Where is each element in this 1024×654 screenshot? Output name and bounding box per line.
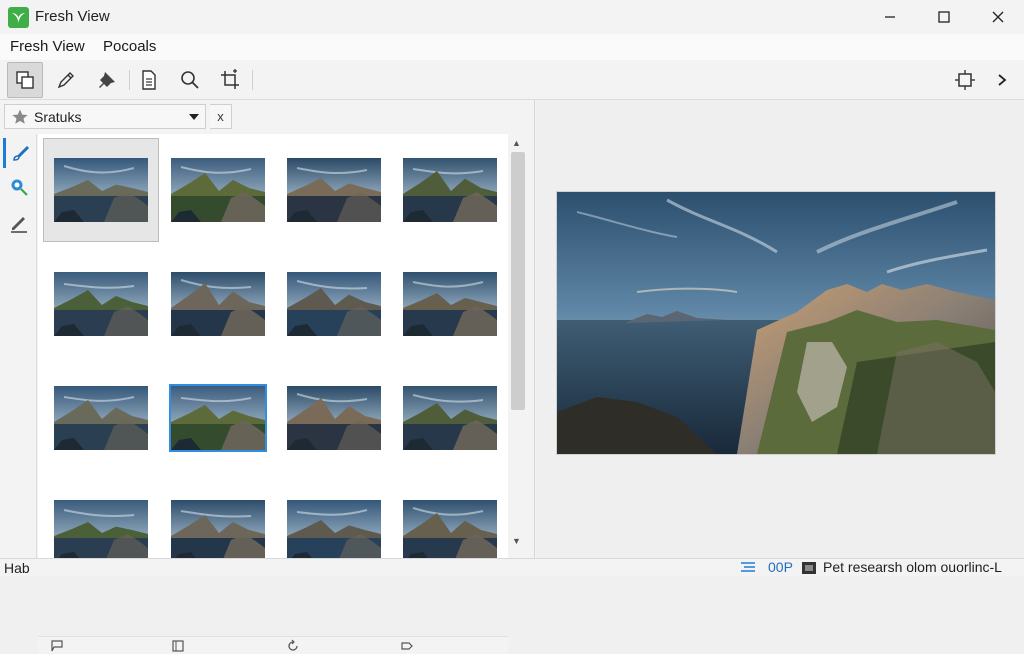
thumbnail-image — [287, 272, 381, 336]
thumbnail-item[interactable] — [43, 480, 159, 558]
preview-panel — [536, 100, 1024, 558]
star-icon — [12, 109, 28, 124]
thumbnail-item[interactable] — [43, 252, 159, 356]
frame-icon[interactable] — [171, 639, 185, 653]
pen-icon — [57, 72, 74, 89]
thumbnail-image — [171, 500, 265, 558]
pen-button[interactable] — [48, 62, 84, 98]
copy-button[interactable] — [7, 62, 43, 98]
document-icon — [142, 70, 156, 90]
filter-bar: Sratuks x — [4, 104, 232, 129]
minimize-icon — [885, 16, 895, 18]
preview-image[interactable] — [557, 192, 995, 454]
thumbnail-image — [403, 158, 497, 222]
thumbnail-image — [54, 158, 148, 222]
copy-icon — [16, 71, 34, 89]
close-button[interactable] — [972, 0, 1024, 34]
thumbnail-image — [171, 272, 265, 336]
side-tool-brush[interactable] — [3, 138, 35, 168]
menu-item-fresh-view[interactable]: Fresh View — [10, 38, 85, 55]
side-toolbar — [0, 134, 37, 558]
chevron-right-icon — [998, 74, 1007, 86]
status-bar: Hab 00P Pet researsh olom ouorlinc-L — [0, 558, 1024, 576]
thumbnail-item[interactable] — [160, 252, 276, 356]
status-left-text: Hab — [4, 560, 30, 576]
pin-button[interactable] — [89, 62, 125, 98]
list-icon[interactable] — [740, 561, 756, 575]
crop-button[interactable] — [212, 62, 248, 98]
thumbnail-image — [403, 272, 497, 336]
thumbnail-image — [54, 272, 148, 336]
image-icon[interactable] — [801, 561, 817, 575]
title-bar: Fresh View — [0, 0, 1024, 34]
app-window: Fresh View Fresh View Pocoals Sratuks x … — [0, 0, 1024, 654]
maximize-icon — [938, 11, 950, 23]
thumbnail-image — [287, 386, 381, 450]
minimize-button[interactable] — [864, 0, 916, 34]
status-code: 00P — [768, 559, 793, 575]
thumbnail-item[interactable] — [392, 252, 508, 356]
maximize-button[interactable] — [918, 0, 970, 34]
rotate-icon[interactable] — [286, 639, 300, 653]
thumbnail-image — [287, 500, 381, 558]
filter-clear-button[interactable]: x — [210, 104, 232, 129]
window-title: Fresh View — [35, 8, 110, 25]
grid-footer — [38, 636, 508, 654]
close-icon — [992, 11, 1004, 23]
filter-label: Sratuks — [34, 109, 82, 125]
toolbar — [0, 60, 1024, 100]
fit-frame-button[interactable] — [947, 62, 983, 98]
pencil-icon — [11, 217, 27, 233]
search-button[interactable] — [172, 62, 208, 98]
thumbnail-grid — [38, 134, 508, 558]
thumbnail-image — [169, 384, 267, 452]
thumbnail-image — [403, 386, 497, 450]
thumbnail-item[interactable] — [43, 366, 159, 470]
menu-bar: Fresh View Pocoals — [0, 34, 1024, 60]
chevron-down-icon — [189, 114, 199, 120]
next-button[interactable] — [984, 62, 1020, 98]
thumbnail-image — [54, 500, 148, 558]
browser-panel: Sratuks x ▲ ▼ — [0, 100, 535, 654]
thumbnail-item[interactable] — [43, 138, 159, 242]
thumbnail-image — [54, 386, 148, 450]
adjust-icon — [11, 179, 28, 196]
thumbnail-item[interactable] — [276, 138, 392, 242]
thumbnail-item[interactable] — [160, 138, 276, 242]
menu-item-pocoals[interactable]: Pocoals — [103, 38, 156, 55]
side-tool-pencil[interactable] — [3, 208, 35, 238]
pin-icon — [99, 72, 115, 88]
flag-icon[interactable] — [50, 639, 64, 653]
toolbar-separator — [252, 70, 253, 90]
filter-dropdown[interactable]: Sratuks — [4, 104, 206, 129]
brush-icon — [12, 145, 29, 161]
fit-frame-icon — [955, 70, 975, 90]
thumbnail-image — [403, 500, 497, 558]
thumbnail-item[interactable] — [160, 366, 276, 470]
status-message: Pet researsh olom ouorlinc-L — [823, 559, 1002, 575]
crop-icon — [221, 69, 239, 89]
toolbar-separator — [129, 70, 130, 90]
thumbnail-item[interactable] — [160, 480, 276, 558]
thumbnail-item[interactable] — [276, 252, 392, 356]
search-icon — [181, 71, 199, 89]
side-tool-adjust[interactable] — [3, 172, 35, 202]
scroll-up-icon[interactable]: ▲ — [512, 138, 521, 148]
document-button[interactable] — [131, 62, 167, 98]
thumbnail-scrollbar[interactable]: ▲ ▼ — [508, 134, 528, 552]
app-logo-icon — [8, 7, 29, 28]
tag-icon[interactable] — [400, 639, 414, 653]
thumbnail-item[interactable] — [392, 366, 508, 470]
thumbnail-image — [287, 158, 381, 222]
thumbnail-image — [171, 158, 265, 222]
scrollbar-thumb[interactable] — [511, 152, 525, 410]
thumbnail-item[interactable] — [276, 366, 392, 470]
thumbnail-item[interactable] — [392, 480, 508, 558]
thumbnail-item[interactable] — [392, 138, 508, 242]
scroll-down-icon[interactable]: ▼ — [512, 536, 521, 546]
thumbnail-item[interactable] — [276, 480, 392, 558]
landscape-photo — [557, 192, 995, 454]
